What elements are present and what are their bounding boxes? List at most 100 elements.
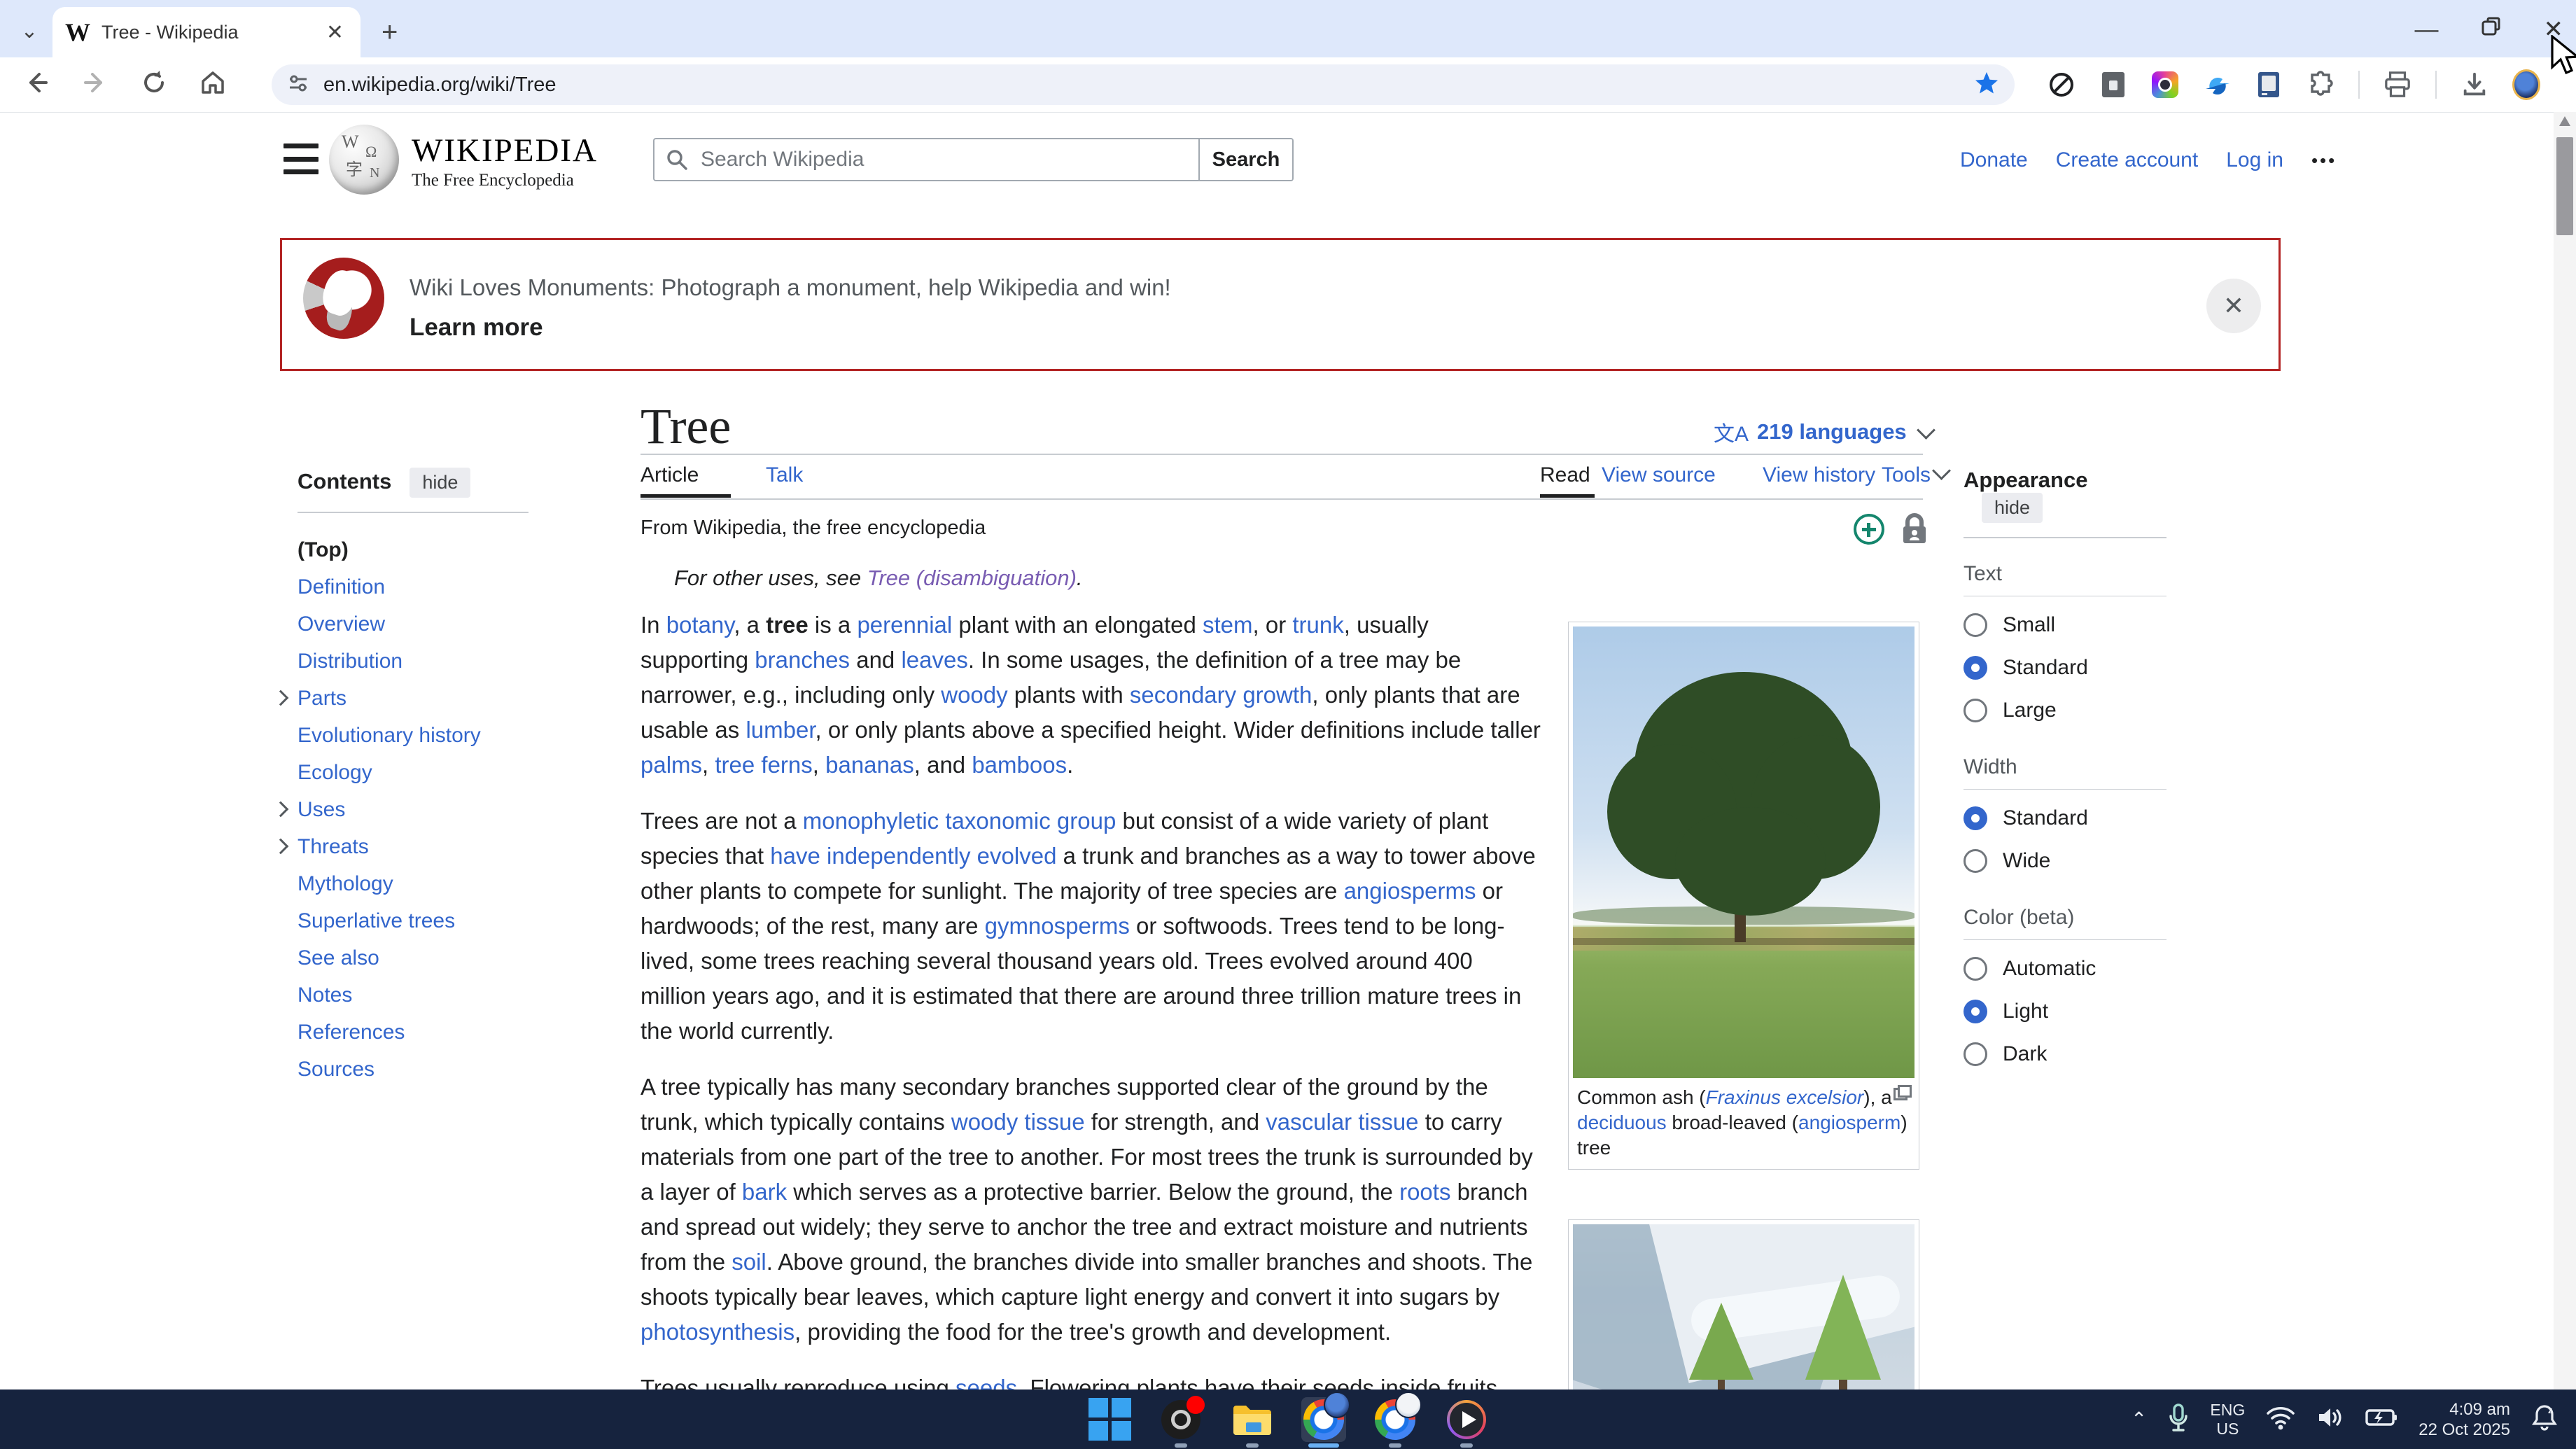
inline-link[interactable]: Tree (disambiguation): [867, 566, 1077, 590]
create-account-link[interactable]: Create account: [2056, 148, 2198, 172]
tray-chevron-up-icon[interactable]: ⌃: [2131, 1408, 2147, 1431]
toc-item-ecology[interactable]: Ecology: [298, 754, 528, 791]
toc-expand-chevron-icon[interactable]: [273, 690, 289, 706]
languages-button[interactable]: 文A 219 languages: [1714, 416, 1933, 447]
home-button[interactable]: [197, 67, 228, 98]
good-article-plus-icon[interactable]: [1854, 514, 1884, 545]
toc-item-mythology[interactable]: Mythology: [298, 865, 528, 902]
toc-item-overview[interactable]: Overview: [298, 606, 528, 643]
radio-option-automatic[interactable]: Automatic: [1963, 947, 2166, 990]
camera-extension-icon[interactable]: [2151, 71, 2179, 99]
inline-link[interactable]: secondary growth: [1130, 682, 1312, 708]
inline-link[interactable]: photosynthesis: [640, 1319, 794, 1345]
radio-unselected-icon[interactable]: [1963, 613, 1987, 637]
search-box[interactable]: Search Wikipedia Search: [653, 138, 1294, 181]
tab-read[interactable]: Read: [1540, 463, 1590, 487]
banner-close-button[interactable]: ✕: [2206, 279, 2261, 333]
notification-bell-icon[interactable]: z: [2531, 1404, 2558, 1435]
toc-expand-chevron-icon[interactable]: [273, 839, 289, 855]
scrollbar-thumb[interactable]: [2556, 137, 2573, 235]
inline-link[interactable]: bark: [742, 1179, 787, 1205]
tab-search-chevron-icon[interactable]: ⌄: [15, 17, 43, 45]
inline-link[interactable]: branches: [755, 647, 850, 673]
wikipedia-wordmark[interactable]: WIKIPEDIA The Free Encyclopedia: [412, 132, 598, 190]
inline-link[interactable]: tree ferns: [715, 752, 812, 778]
page-protection-lock-icon[interactable]: [1900, 513, 1929, 545]
content-blocker-extension-icon[interactable]: [2047, 71, 2076, 99]
media-player-taskbar-icon[interactable]: [1444, 1397, 1489, 1442]
language-indicator[interactable]: ENGUS: [2210, 1401, 2245, 1438]
window-restore-button[interactable]: [2481, 16, 2502, 43]
toc-item-notes[interactable]: Notes: [298, 976, 528, 1014]
inline-link[interactable]: monophyletic taxonomic group: [803, 808, 1116, 834]
donate-link[interactable]: Donate: [1960, 148, 2028, 172]
back-button[interactable]: [21, 67, 52, 98]
radio-option-wide[interactable]: Wide: [1963, 839, 2166, 882]
inline-link[interactable]: deciduous: [1577, 1112, 1667, 1133]
inline-link[interactable]: lumber: [746, 717, 815, 743]
inline-link[interactable]: woody: [941, 682, 1007, 708]
page-scrollbar[interactable]: [2554, 112, 2576, 1390]
chrome-taskbar-icon-active[interactable]: [1301, 1397, 1346, 1442]
inline-link[interactable]: leaves: [901, 647, 967, 673]
inline-link[interactable]: soil: [732, 1249, 766, 1275]
inline-link[interactable]: vascular tissue: [1266, 1109, 1418, 1135]
document-extension-icon[interactable]: [2099, 71, 2127, 99]
volume-tray-icon[interactable]: [2316, 1405, 2344, 1434]
wifi-tray-icon[interactable]: [2266, 1405, 2295, 1434]
radio-selected-icon[interactable]: [1963, 806, 1987, 830]
radio-option-small[interactable]: Small: [1963, 603, 2166, 646]
appearance-hide-button[interactable]: hide: [1982, 493, 2043, 523]
figure-mountain-larches[interactable]: [1568, 1219, 1919, 1396]
toc-expand-chevron-icon[interactable]: [273, 802, 289, 818]
start-button[interactable]: [1087, 1397, 1132, 1442]
inline-link[interactable]: trunk: [1292, 612, 1343, 638]
radio-selected-icon[interactable]: [1963, 1000, 1987, 1023]
toc-item-superlative-trees[interactable]: Superlative trees: [298, 902, 528, 939]
inline-link[interactable]: botany: [666, 612, 734, 638]
site-settings-icon[interactable]: [286, 71, 311, 99]
chrome-taskbar-icon-second[interactable]: [1373, 1397, 1418, 1442]
tab-talk[interactable]: Talk: [766, 463, 803, 487]
tab-view-source[interactable]: View source: [1602, 463, 1716, 487]
new-tab-button[interactable]: +: [382, 20, 398, 45]
tab-view-history[interactable]: View history: [1763, 463, 1875, 487]
tab-article[interactable]: Article: [640, 463, 699, 487]
sync-extension-icon[interactable]: [2203, 71, 2231, 99]
radio-option-large[interactable]: Large: [1963, 689, 2166, 732]
window-minimize-button[interactable]: —: [2415, 16, 2439, 43]
forward-button[interactable]: [80, 67, 111, 98]
toc-item-uses[interactable]: Uses: [298, 791, 528, 828]
toc-item-evolutionary-history[interactable]: Evolutionary history: [298, 717, 528, 754]
toc-item-see-also[interactable]: See also: [298, 939, 528, 976]
main-menu-hamburger-icon[interactable]: [284, 144, 318, 174]
radio-unselected-icon[interactable]: [1963, 1042, 1987, 1066]
file-explorer-taskbar-icon[interactable]: [1230, 1397, 1275, 1442]
toc-item-top[interactable]: (Top): [298, 531, 528, 568]
login-link[interactable]: Log in: [2226, 148, 2283, 172]
download-icon[interactable]: [2460, 71, 2488, 99]
inline-link[interactable]: perennial: [857, 612, 952, 638]
clock[interactable]: 4:09 am22 Oct 2025: [2418, 1399, 2510, 1440]
inline-link[interactable]: bananas: [825, 752, 914, 778]
toc-item-sources[interactable]: Sources: [298, 1051, 528, 1088]
mountain-photo[interactable]: [1573, 1224, 1914, 1391]
microphone-tray-icon[interactable]: [2168, 1404, 2189, 1435]
address-bar[interactable]: en.wikipedia.org/wiki/Tree: [272, 64, 2015, 105]
reader-extension-icon[interactable]: [2255, 71, 2283, 99]
radio-unselected-icon[interactable]: [1963, 849, 1987, 873]
scrollbar-up-arrow[interactable]: [2559, 116, 2570, 126]
tab-close-icon[interactable]: ✕: [322, 20, 348, 45]
toc-item-distribution[interactable]: Distribution: [298, 643, 528, 680]
toc-item-definition[interactable]: Definition: [298, 568, 528, 606]
inline-link[interactable]: have independently evolved: [770, 843, 1056, 869]
contents-hide-button[interactable]: hide: [410, 468, 470, 498]
profile-avatar[interactable]: [2512, 71, 2540, 99]
battery-tray-icon[interactable]: [2365, 1406, 2398, 1433]
inline-link[interactable]: roots: [1399, 1179, 1450, 1205]
toc-item-references[interactable]: References: [298, 1014, 528, 1051]
obs-taskbar-icon[interactable]: [1158, 1397, 1203, 1442]
radio-selected-icon[interactable]: [1963, 656, 1987, 680]
radio-option-standard[interactable]: Standard: [1963, 797, 2166, 839]
inline-link[interactable]: stem: [1203, 612, 1253, 638]
